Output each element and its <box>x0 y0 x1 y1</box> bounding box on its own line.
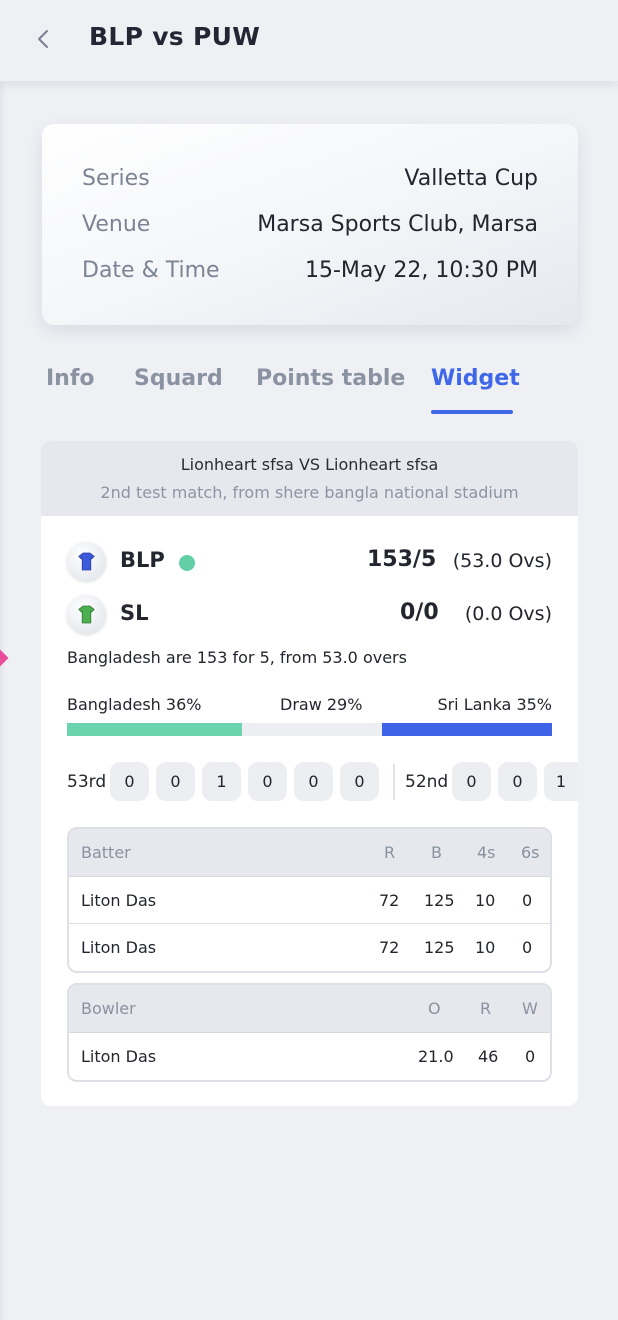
info-row-series: Series Valletta Cup <box>82 162 538 194</box>
table-row: Liton Das 72 125 10 0 <box>69 924 550 971</box>
player-name: Liton Das <box>81 938 157 957</box>
prob-label-team-b: Sri Lanka 35% <box>437 695 552 714</box>
col-header: 6s <box>521 843 540 862</box>
team-score: 153/5 <box>367 547 437 572</box>
match-info-card: Series Valletta Cup Venue Marsa Sports C… <box>42 124 578 325</box>
balls: 125 <box>424 938 455 957</box>
page-title: BLP vs PUW <box>89 22 261 51</box>
balls: 125 <box>424 891 455 910</box>
match-title: Lionheart sfsa VS Lionheart sfsa <box>180 455 439 474</box>
fours: 10 <box>475 938 496 957</box>
over-divider <box>393 764 395 800</box>
jersey-icon <box>67 542 106 581</box>
sixes: 0 <box>522 891 533 910</box>
tab-squard[interactable]: Squard <box>134 366 223 391</box>
runs: 72 <box>379 938 400 957</box>
ball-result: 0 <box>452 762 491 801</box>
match-subtitle: 2nd test match, from shere bangla nation… <box>100 483 519 502</box>
prob-bar-draw <box>241 723 383 736</box>
info-row-venue: Venue Marsa Sports Club, Marsa <box>82 208 538 240</box>
over-history: 53rd 0 0 1 0 0 0 52nd 0 0 1 <box>67 762 578 802</box>
score-widget: Lionheart sfsa VS Lionheart sfsa 2nd tes… <box>41 441 578 1106</box>
col-header: R <box>384 843 396 862</box>
jersey-icon <box>67 595 106 634</box>
win-probability-labels: Bangladesh 36% Draw 29% Sri Lanka 35% <box>67 695 552 717</box>
match-summary: Bangladesh are 153 for 5, from 53.0 over… <box>67 648 407 667</box>
info-value: Valletta Cup <box>404 165 538 191</box>
back-button[interactable] <box>26 22 60 56</box>
app-header: BLP vs PUW <box>0 0 618 82</box>
info-label: Venue <box>82 211 151 237</box>
prob-bar-team-b <box>382 723 552 736</box>
prob-label-draw: Draw 29% <box>280 695 363 714</box>
player-name: Liton Das <box>81 891 157 910</box>
col-header: Batter <box>81 843 131 862</box>
player-name: Liton Das <box>81 1047 157 1066</box>
runs: 72 <box>379 891 400 910</box>
active-tab-indicator <box>431 410 513 414</box>
team-overs: (53.0 Ovs) <box>452 550 552 572</box>
ball-result: 0 <box>294 762 333 801</box>
team-score: 0/0 <box>400 600 439 625</box>
ball-result: 1 <box>202 762 241 801</box>
bowling-table: Bowler O R W Liton Das 21.0 46 0 <box>67 983 552 1082</box>
over-label: 52nd <box>405 772 449 792</box>
ball-result: 0 <box>498 762 537 801</box>
ball-result: 0 <box>340 762 379 801</box>
team-row-blp: BLP 153/5 (53.0 Ovs) <box>67 542 552 582</box>
widget-header: Lionheart sfsa VS Lionheart sfsa 2nd tes… <box>41 441 578 516</box>
col-header: 4s <box>477 843 496 862</box>
sixes: 0 <box>522 938 533 957</box>
batting-table-header: Batter R B 4s 6s <box>69 829 550 877</box>
win-probability-bar <box>67 723 552 736</box>
col-header: Bowler <box>81 999 136 1018</box>
prob-bar-team-a <box>67 723 242 736</box>
team-overs: (0.0 Ovs) <box>464 603 552 625</box>
team-name: BLP <box>120 548 165 572</box>
chevron-left-icon <box>38 30 48 48</box>
col-header: R <box>480 999 492 1018</box>
info-label: Date & Time <box>82 257 220 283</box>
info-value: Marsa Sports Club, Marsa <box>257 211 538 237</box>
tab-bar: Info Squard Points table Widget <box>46 360 576 416</box>
wickets: 0 <box>525 1047 536 1066</box>
ball-result: 1 <box>544 762 578 801</box>
info-row-date-time: Date & Time 15-May 22, 10:30 PM <box>82 254 538 286</box>
table-row: Liton Das 21.0 46 0 <box>69 1033 550 1080</box>
prob-label-team-a: Bangladesh 36% <box>67 695 202 714</box>
overs-bowled: 21.0 <box>418 1047 454 1066</box>
info-label: Series <box>82 165 150 191</box>
tab-widget[interactable]: Widget <box>431 366 520 391</box>
ball-result: 0 <box>156 762 195 801</box>
bowling-table-header: Bowler O R W <box>69 985 550 1033</box>
info-value: 15-May 22, 10:30 PM <box>304 257 538 283</box>
tab-points-table[interactable]: Points table <box>256 366 405 391</box>
runs-conceded: 46 <box>478 1047 499 1066</box>
col-header: O <box>428 999 441 1018</box>
col-header: W <box>522 999 538 1018</box>
over-label: 53rd <box>67 772 107 792</box>
team-name: SL <box>120 601 149 625</box>
fours: 10 <box>475 891 496 910</box>
batting-table: Batter R B 4s 6s Liton Das 72 125 10 0 L… <box>67 827 552 973</box>
batting-indicator <box>179 555 195 571</box>
col-header: B <box>431 843 442 862</box>
table-row: Liton Das 72 125 10 0 <box>69 877 550 924</box>
ball-result: 0 <box>110 762 149 801</box>
team-row-sl: SL 0/0 (0.0 Ovs) <box>67 595 552 635</box>
tab-info[interactable]: Info <box>46 366 95 391</box>
ball-result: 0 <box>248 762 287 801</box>
